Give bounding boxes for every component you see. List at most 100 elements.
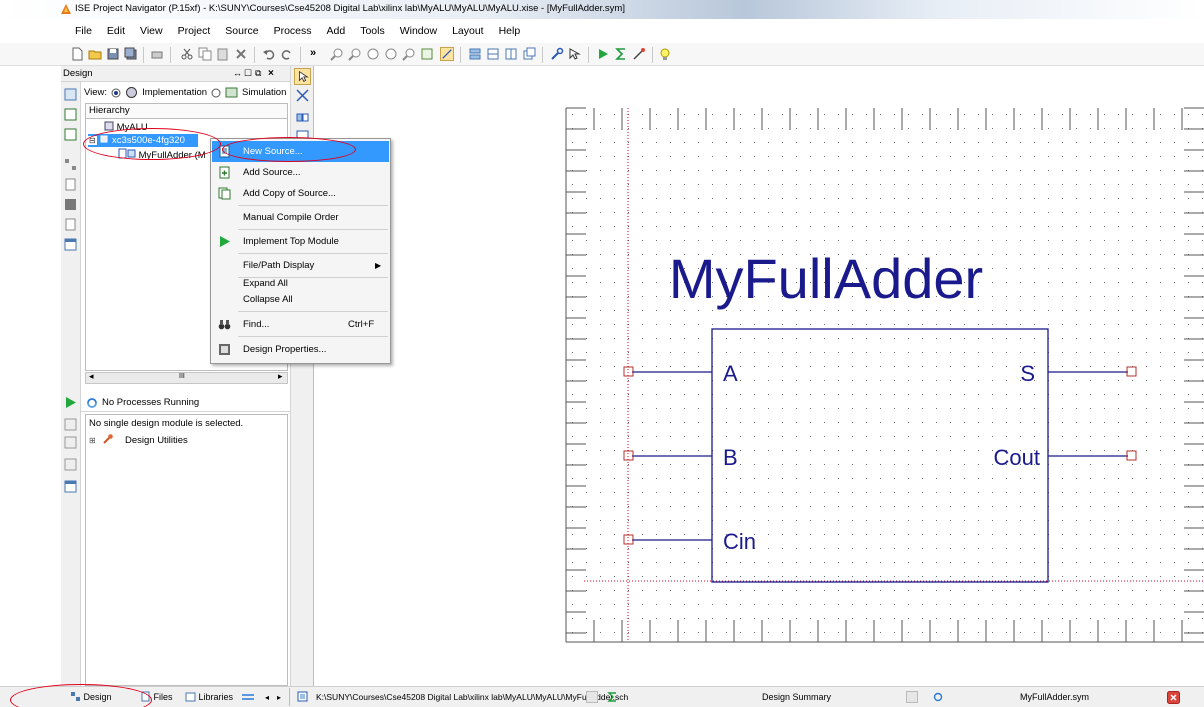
copy-icon[interactable] bbox=[198, 47, 212, 61]
tree-horizontal-scrollbar[interactable]: ◂ III ▸ bbox=[85, 371, 288, 384]
menu-tools[interactable]: Tools bbox=[360, 25, 385, 37]
menu-window[interactable]: Window bbox=[400, 25, 437, 37]
menu-item-collapse-all-label: Collapse All bbox=[243, 294, 293, 305]
add-wire-icon[interactable] bbox=[295, 88, 310, 103]
delete-icon[interactable] bbox=[234, 47, 248, 61]
toolbar-separator bbox=[300, 47, 301, 63]
help-pointer-icon[interactable] bbox=[568, 47, 582, 61]
design-side-toolbar bbox=[61, 66, 81, 686]
tree-expand-icon[interactable]: ⊞ bbox=[89, 436, 96, 445]
open-folder-icon[interactable] bbox=[88, 47, 102, 61]
panel-maximize-icon[interactable]: ☐ bbox=[244, 66, 252, 81]
panel-close-icon[interactable]: × bbox=[268, 66, 274, 81]
tab-scroll-right-icon[interactable]: ▸ bbox=[277, 691, 281, 704]
undo-icon[interactable] bbox=[262, 47, 276, 61]
sigma-icon[interactable] bbox=[614, 47, 628, 61]
implementation-label[interactable]: Implementation bbox=[142, 87, 207, 98]
hierarchy-side-icon[interactable] bbox=[64, 158, 77, 171]
doc-tab-symbol[interactable]: MyFullAdder.sym bbox=[1020, 691, 1089, 704]
panel-float-icon[interactable]: ↔ bbox=[233, 66, 242, 81]
simulation-radio[interactable] bbox=[211, 88, 221, 98]
menu-item-design-properties[interactable]: Design Properties... bbox=[212, 339, 389, 360]
menu-view[interactable]: View bbox=[140, 25, 163, 37]
implementation-radio[interactable] bbox=[111, 88, 121, 98]
run-icon[interactable] bbox=[596, 47, 610, 61]
menu-item-file-path-display[interactable]: File/Path Display ▶ bbox=[212, 255, 389, 276]
doc-tab-design-summary[interactable]: Design Summary bbox=[762, 691, 831, 704]
save-all-icon[interactable] bbox=[124, 47, 138, 61]
active-doc-close-icon[interactable] bbox=[1167, 691, 1180, 704]
process-window-side-icon[interactable] bbox=[64, 480, 77, 493]
submenu-arrow-icon: ▶ bbox=[375, 261, 382, 270]
doc-tab-schematic[interactable]: K:\SUNY\Courses\Cse45208 Digital Lab\xil… bbox=[316, 691, 628, 704]
zoom-out-icon[interactable] bbox=[348, 47, 362, 61]
zoom-in-icon[interactable] bbox=[330, 47, 344, 61]
view-label: View: bbox=[84, 87, 108, 98]
menu-process[interactable]: Process bbox=[274, 25, 312, 37]
save-icon[interactable] bbox=[106, 47, 120, 61]
menu-separator bbox=[238, 311, 388, 312]
window-tile-v-icon[interactable] bbox=[504, 47, 518, 61]
cut-icon[interactable] bbox=[180, 47, 194, 61]
process-side-icon-2[interactable] bbox=[64, 436, 77, 449]
menu-item-add-copy-source[interactable]: Add Copy of Source... bbox=[212, 183, 389, 204]
analyzer-icon[interactable] bbox=[632, 47, 646, 61]
symbol-name-label[interactable]: MyFullAdder bbox=[669, 247, 983, 310]
window-side-icon[interactable] bbox=[64, 238, 77, 251]
menu-item-collapse-all[interactable]: Collapse All bbox=[212, 291, 389, 309]
panel-restore-icon[interactable]: ⧉ bbox=[255, 66, 261, 81]
add-copy-icon bbox=[218, 187, 231, 200]
design-panel-icon[interactable] bbox=[64, 88, 77, 101]
window-tile-h-icon[interactable] bbox=[486, 47, 500, 61]
zoom-selected-icon[interactable] bbox=[402, 47, 416, 61]
tab-extra-icon[interactable] bbox=[241, 691, 255, 703]
menu-item-implement-top[interactable]: Implement Top Module bbox=[212, 231, 389, 252]
doc-close-icon[interactable] bbox=[906, 691, 918, 703]
new-file-icon[interactable] bbox=[70, 47, 84, 61]
paste-icon[interactable] bbox=[216, 47, 230, 61]
zoom-full-icon[interactable] bbox=[366, 47, 380, 61]
doc-close-icon[interactable] bbox=[586, 691, 598, 703]
scroll-right-icon[interactable]: ▸ bbox=[278, 371, 283, 382]
add-net-name-icon[interactable] bbox=[295, 110, 310, 125]
tools-wrench-icon[interactable] bbox=[550, 47, 564, 61]
tab-libraries[interactable]: Libraries bbox=[185, 691, 233, 704]
simulation-label[interactable]: Simulation bbox=[242, 87, 286, 98]
toolbar-overflow-icon[interactable]: » bbox=[310, 47, 324, 61]
source-side-icon[interactable] bbox=[64, 178, 77, 191]
print-icon[interactable] bbox=[150, 47, 164, 61]
menu-help[interactable]: Help bbox=[499, 25, 521, 37]
tab-scroll-left-icon[interactable]: ◂ bbox=[265, 691, 269, 704]
menu-item-add-source[interactable]: Add Source... bbox=[212, 162, 389, 183]
draw-wire-icon[interactable] bbox=[440, 47, 454, 61]
add-source-side-icon[interactable] bbox=[64, 108, 77, 121]
run-process-side-icon[interactable] bbox=[64, 396, 77, 409]
processes-header: No Processes Running bbox=[81, 394, 290, 412]
properties-side-icon[interactable] bbox=[64, 198, 77, 211]
scroll-left-icon[interactable]: ◂ bbox=[89, 371, 94, 382]
window-restore-icon[interactable] bbox=[522, 47, 536, 61]
menu-file[interactable]: File bbox=[75, 25, 92, 37]
process-side-icon-1[interactable] bbox=[64, 418, 77, 431]
notes-side-icon[interactable] bbox=[64, 218, 77, 231]
process-item-design-utilities[interactable]: ⊞ Design Utilities bbox=[89, 433, 188, 446]
lightbulb-icon[interactable] bbox=[658, 47, 672, 61]
menu-item-find[interactable]: Find... Ctrl+F bbox=[212, 314, 389, 335]
window-cascade-icon[interactable] bbox=[468, 47, 482, 61]
add-copy-side-icon[interactable] bbox=[64, 128, 77, 141]
select-pointer-icon[interactable] bbox=[294, 68, 311, 85]
redo-icon[interactable] bbox=[280, 47, 294, 61]
menu-source[interactable]: Source bbox=[225, 25, 258, 37]
menu-add[interactable]: Add bbox=[327, 25, 346, 37]
menu-separator bbox=[238, 336, 388, 337]
scroll-thumb-grip[interactable]: III bbox=[179, 373, 185, 380]
menu-layout[interactable]: Layout bbox=[452, 25, 484, 37]
menu-item-manual-compile[interactable]: Manual Compile Order bbox=[212, 207, 389, 228]
menu-project[interactable]: Project bbox=[178, 25, 211, 37]
refresh-icon[interactable] bbox=[420, 47, 434, 61]
symbol-drawing[interactable]: MyFullAdder A B Cin S Cout bbox=[314, 66, 1204, 686]
zoom-area-icon[interactable] bbox=[384, 47, 398, 61]
schematic-canvas[interactable]: MyFullAdder A B Cin S Cout bbox=[314, 66, 1204, 686]
menu-edit[interactable]: Edit bbox=[107, 25, 125, 37]
process-side-icon-3[interactable] bbox=[64, 458, 77, 471]
